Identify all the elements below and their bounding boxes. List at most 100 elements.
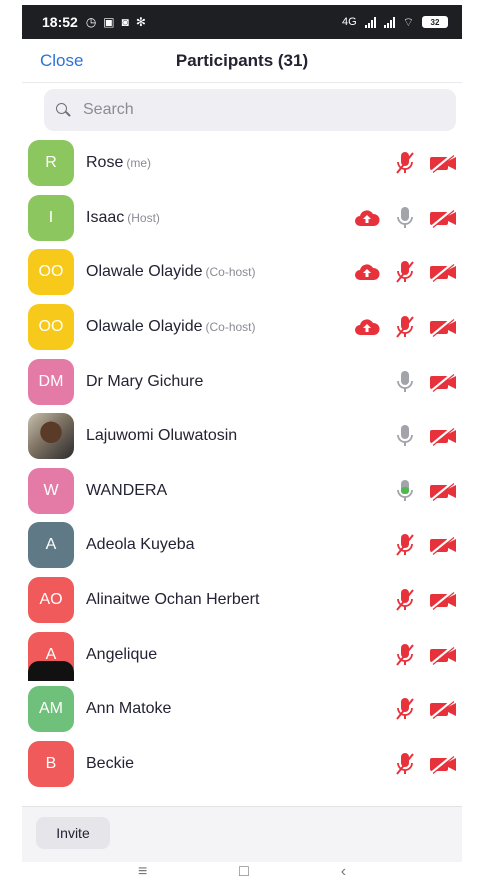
avatar: R [28, 140, 74, 187]
video-off-icon[interactable] [424, 476, 462, 506]
participant-name: Adeola Kuyeba [86, 536, 195, 554]
invite-button[interactable]: Invite [36, 817, 110, 849]
participant-status-icons [348, 312, 462, 342]
participant-name-group: Ann Matoke [86, 700, 171, 718]
participant-name: Olawale Olayide [86, 318, 203, 336]
settings-icon: ✻ [135, 15, 146, 29]
participant-name-group: Dr Mary Gichure [86, 373, 203, 391]
status-time: 18:52 [42, 14, 78, 30]
participant-status-icons [386, 421, 462, 451]
participant-status-icons [386, 694, 462, 724]
video-off-icon[interactable] [424, 421, 462, 451]
system-nav-bar: ≡ □ ‹ [22, 862, 462, 890]
participant-name-group: Rose (me) [86, 154, 151, 172]
search-input[interactable] [83, 101, 403, 119]
video-off-icon[interactable] [424, 312, 462, 342]
avatar: W [28, 467, 74, 514]
participant-status-icons [386, 749, 462, 779]
video-off-icon[interactable] [424, 257, 462, 287]
participant-status-icons [386, 585, 462, 615]
participant-row[interactable]: W WANDERA [22, 464, 462, 519]
participants-screen: 18:52 ◷ ▣ ◙ ✻ 4G ⌔ 32 Close Participants… [22, 0, 462, 890]
video-off-icon[interactable] [424, 749, 462, 779]
avatar: A [28, 522, 74, 569]
wifi-icon: ⌔ [402, 14, 414, 29]
mic-icon[interactable] [386, 203, 424, 233]
battery-icon: 32 [422, 16, 448, 28]
mic-muted-icon[interactable] [386, 257, 424, 287]
participant-name-group: Lajuwomi Oluwatosin [86, 427, 237, 445]
video-off-icon[interactable] [424, 203, 462, 233]
mic-active-icon[interactable] [386, 476, 424, 506]
participant-name: WANDERA [86, 481, 168, 499]
video-off-icon[interactable] [424, 530, 462, 560]
mic-muted-icon[interactable] [386, 312, 424, 342]
avatar [28, 413, 74, 460]
participant-row[interactable]: AO Alinaitwe Ochan Herbert [22, 573, 462, 628]
home-nav-icon[interactable]: □ [239, 862, 249, 882]
participant-row[interactable]: I Isaac (Host) [22, 191, 462, 246]
participant-role: (Co-host) [205, 265, 256, 280]
participant-row[interactable]: AM Ann Matoke [22, 682, 462, 737]
participant-list[interactable]: R Rose (me) I Isaac (Host) OO Olawale Olayide (C… [22, 136, 462, 806]
participant-name-group: Olawale Olayide (Co-host) [86, 318, 256, 336]
participant-name: Alinaitwe Ochan Herbert [86, 591, 260, 609]
participant-name-group: Olawale Olayide (Co-host) [86, 263, 256, 281]
participant-status-icons [386, 367, 462, 397]
participant-row[interactable]: B Beckie [22, 737, 462, 792]
signal-2-icon [383, 16, 395, 28]
participant-row[interactable]: A Angelique [22, 627, 462, 682]
participant-name-group: Isaac (Host) [86, 209, 160, 227]
participant-row[interactable]: Lajuwomi Oluwatosin [22, 409, 462, 464]
participant-name-group: Angelique [86, 646, 157, 664]
alarm-icon: ◷ [85, 15, 97, 29]
participant-name-group: Beckie [86, 755, 134, 773]
mic-icon[interactable] [386, 367, 424, 397]
signal-icon [364, 16, 376, 28]
mic-muted-icon[interactable] [386, 694, 424, 724]
participant-row[interactable]: A Adeola Kuyeba [22, 518, 462, 573]
participant-role: (me) [126, 156, 152, 171]
mic-muted-icon[interactable] [386, 585, 424, 615]
avatar: AO [28, 577, 74, 624]
avatar: AM [28, 686, 74, 733]
bottom-bar: Invite [22, 806, 462, 862]
participant-row[interactable]: OO Olawale Olayide (Co-host) [22, 245, 462, 300]
participant-row[interactable]: DM Dr Mary Gichure [22, 354, 462, 409]
participant-status-icons [386, 640, 462, 670]
cloud-recording-icon [348, 203, 386, 233]
mic-muted-icon[interactable] [386, 749, 424, 779]
participant-role: (Host) [127, 210, 160, 225]
video-off-icon[interactable] [424, 585, 462, 615]
video-off-icon[interactable] [424, 148, 462, 178]
participant-row[interactable]: R Rose (me) [22, 136, 462, 191]
participant-name: Angelique [86, 645, 158, 663]
participant-status-icons [386, 530, 462, 560]
status-bar: 18:52 ◷ ▣ ◙ ✻ 4G ⌔ 32 [22, 5, 462, 39]
mic-muted-icon[interactable] [386, 530, 424, 560]
avatar: B [28, 740, 74, 787]
mic-muted-icon[interactable] [386, 148, 424, 178]
mic-icon[interactable] [386, 421, 424, 451]
participant-name-group: Adeola Kuyeba [86, 536, 195, 554]
participant-name: Lajuwomi Oluwatosin [86, 427, 238, 445]
back-nav-icon[interactable]: ‹ [341, 862, 346, 882]
participant-name: Olawale Olayide [86, 263, 203, 281]
video-off-icon[interactable] [424, 640, 462, 670]
avatar: OO [28, 249, 74, 296]
participant-name: Isaac [86, 208, 125, 226]
menu-nav-icon[interactable]: ≡ [138, 862, 147, 882]
participant-name-group: Alinaitwe Ochan Herbert [86, 591, 259, 609]
app-icon: ◙ [121, 15, 129, 29]
search-bar[interactable] [44, 89, 456, 131]
participant-name: Beckie [86, 754, 135, 772]
notification-icon: ▣ [103, 15, 115, 29]
participant-row[interactable]: OO Olawale Olayide (Co-host) [22, 300, 462, 355]
avatar: I [28, 194, 74, 241]
participant-name: Rose [86, 154, 124, 172]
video-off-icon[interactable] [424, 367, 462, 397]
mic-muted-icon[interactable] [386, 640, 424, 670]
video-off-icon[interactable] [424, 694, 462, 724]
avatar: DM [28, 358, 74, 405]
participant-name-group: WANDERA [86, 482, 167, 500]
